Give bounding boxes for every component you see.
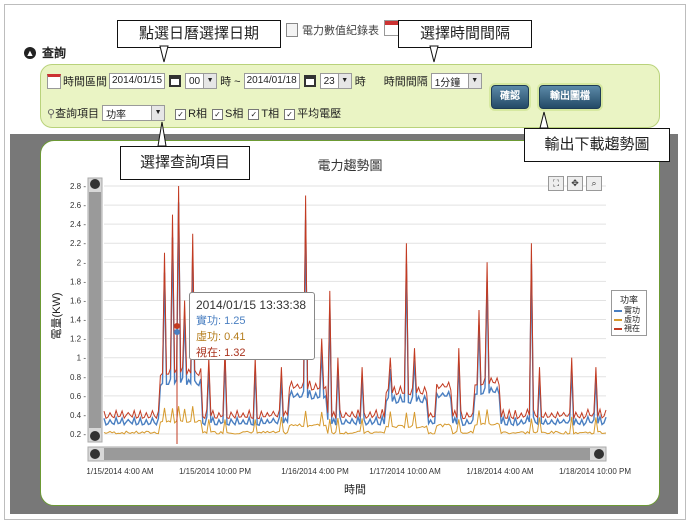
x-tick-label: 1/15/2014 10:00 PM: [179, 467, 251, 476]
y-tick-label: 0.4 -: [70, 411, 86, 420]
y-tick-label: 0.8 -: [70, 373, 86, 382]
x-tick-label: 1/17/2014 10:00 AM: [369, 467, 441, 476]
legend-swatch: [614, 309, 622, 312]
tooltip-reactive: 虛功: 0.41: [196, 331, 246, 343]
tooltip-point-real: [174, 329, 180, 335]
legend-item-reactive[interactable]: 虛功: [612, 315, 646, 324]
y-tick-label: 2.4 -: [70, 220, 86, 229]
y-tick-label: 2.2 -: [70, 239, 86, 248]
y-axis-title: 電量(KW): [50, 292, 63, 339]
x-tick-label: 1/18/2014 4:00 AM: [466, 467, 534, 476]
tooltip-time: 2014/01/15 13:33:38: [196, 298, 307, 312]
y-scrollbar-thumb[interactable]: [89, 192, 101, 428]
trend-chart: 2.8 - 2.6 - 2.4 - 2.2 - 2 - 1.8 - 1.6 - 1.4 - 1.…: [50, 177, 631, 496]
y-scroll-down-icon[interactable]: [90, 431, 100, 441]
y-tick-label: 1.2 -: [70, 335, 86, 344]
x-scroll-right-icon[interactable]: [594, 449, 604, 459]
zoom-icon[interactable]: ⌕: [586, 176, 602, 191]
x-tick-label: 1/18/2014 10:00 PM: [559, 467, 631, 476]
pan-icon[interactable]: ✥: [567, 176, 583, 191]
y-tick-label: 2.8 -: [70, 182, 86, 191]
y-scroll-up-icon[interactable]: [90, 179, 100, 189]
x-scroll-left-icon[interactable]: [90, 449, 100, 459]
y-tick-label: 1 -: [77, 354, 87, 363]
legend-title: 功率: [619, 295, 638, 305]
legend-label: 視在: [624, 324, 640, 333]
x-tick-label: 1/16/2014 4:00 PM: [281, 467, 349, 476]
legend-item-real[interactable]: 實功: [612, 306, 646, 315]
callout-pick-item: 選擇查詢項目: [120, 146, 250, 180]
y-tick-labels: 2.8 - 2.6 - 2.4 - 2.2 - 2 - 1.8 - 1.6 - 1.4 - 1.…: [70, 182, 86, 439]
callout-export: 輸出下載趨勢圖: [524, 128, 670, 162]
x-tick-label: 1/15/2014 4:00 AM: [86, 467, 154, 476]
legend-swatch: [614, 327, 622, 330]
legend-swatch: [614, 318, 622, 321]
y-tick-label: 2 -: [77, 258, 87, 267]
callout-pick-date: 點選日曆選擇日期: [117, 20, 281, 48]
y-tick-label: 1.8 -: [70, 277, 86, 286]
legend-item-apparent[interactable]: 視在: [612, 324, 646, 333]
legend-label: 虛功: [624, 315, 640, 324]
legend-label: 實功: [624, 306, 640, 315]
callout-pick-interval: 選擇時間間隔: [398, 20, 532, 48]
x-axis-title: 時間: [344, 483, 366, 496]
chart-tooltip: 2014/01/15 13:33:38 實功: 1.25 虛功: 0.41 視在…: [189, 292, 315, 360]
tooltip-point-total: [174, 323, 180, 329]
tooltip-apparent: 視在: 1.32: [196, 347, 246, 359]
x-scrollbar-thumb[interactable]: [104, 448, 590, 460]
fullscreen-icon[interactable]: ⛶: [548, 176, 564, 191]
y-tick-label: 2.6 -: [70, 201, 86, 210]
chart-legend: 功率 實功 虛功 視在: [611, 290, 647, 336]
x-tick-labels: 1/15/2014 4:00 AM 1/15/2014 10:00 PM 1/16/…: [86, 467, 631, 476]
series-reactive: [103, 406, 607, 435]
chart-toolbar: ⛶ ✥ ⌕: [548, 176, 602, 191]
chart-series: [103, 185, 607, 435]
y-tick-label: 0.6 -: [70, 392, 86, 401]
y-tick-label: 1.6 -: [70, 296, 86, 305]
y-tick-label: 0.2 -: [70, 430, 86, 439]
y-tick-label: 1.4 -: [70, 316, 86, 325]
tooltip-real: 實功: 1.25: [196, 315, 246, 327]
